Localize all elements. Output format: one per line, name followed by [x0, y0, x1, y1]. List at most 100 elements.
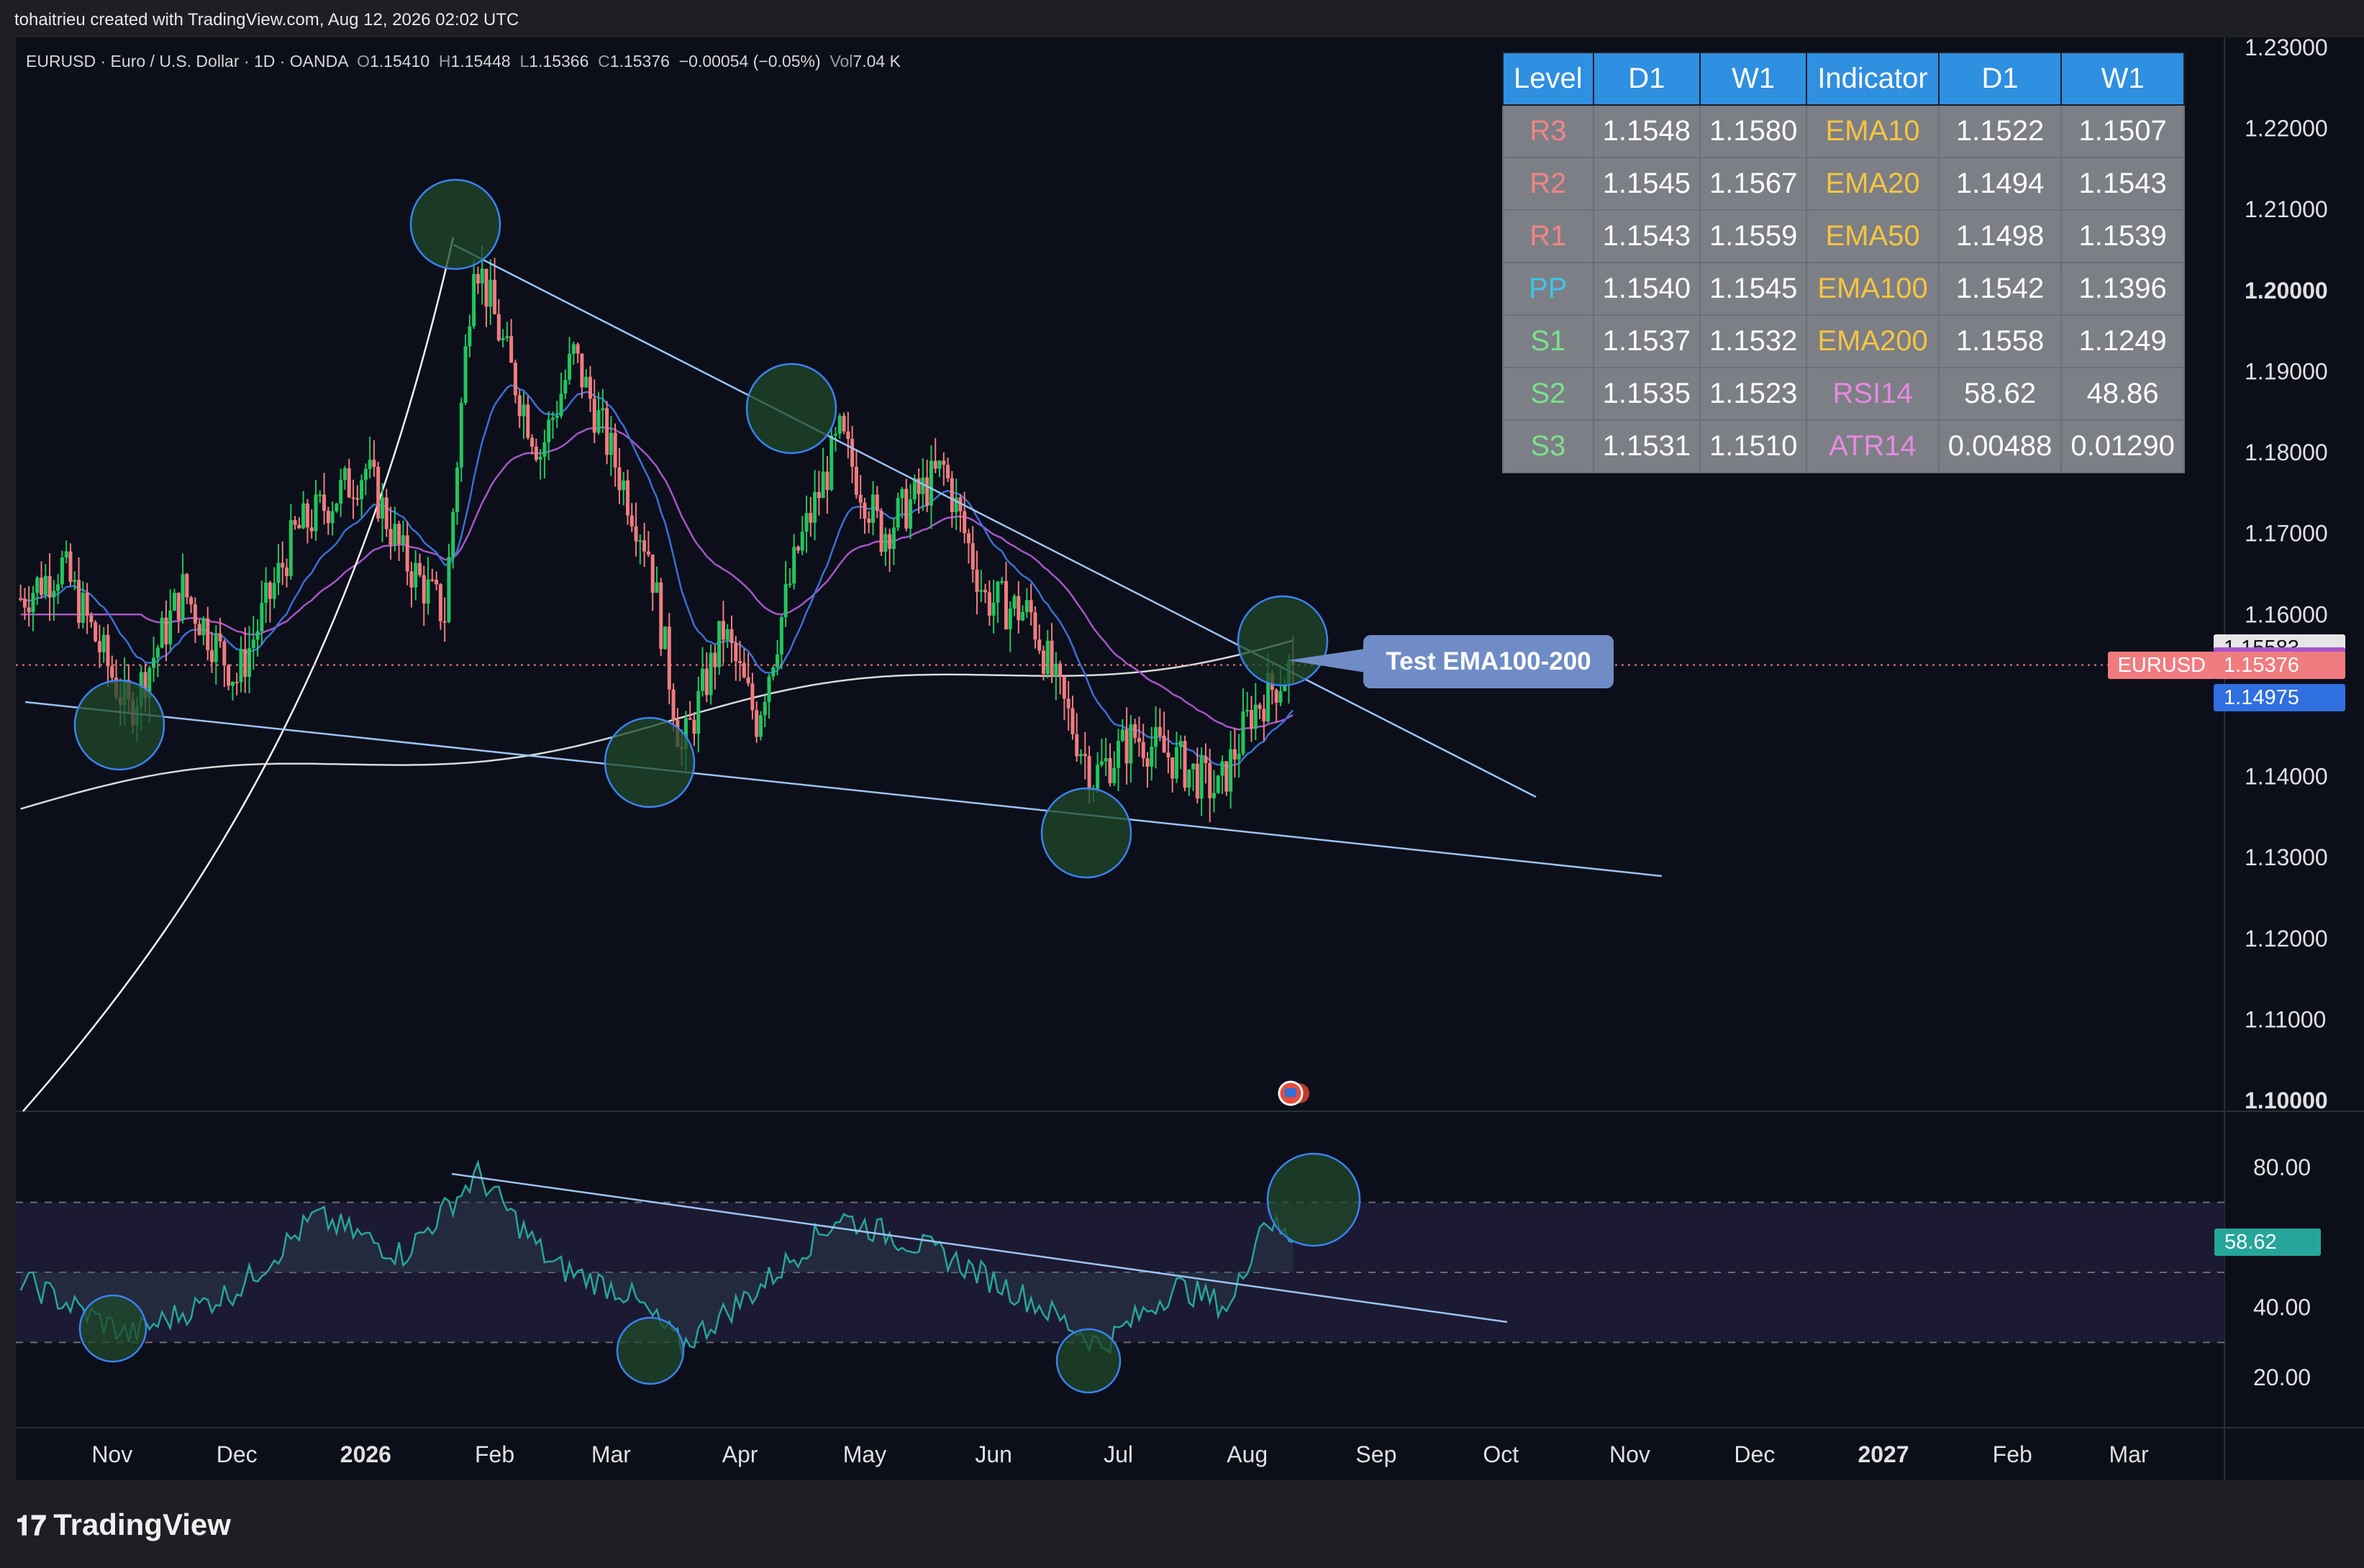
candle-body: [800, 532, 804, 551]
candle-body: [52, 591, 56, 598]
candle-body: [472, 274, 476, 327]
pivot-row: S2 1.1535 1.1523 RSI14 58.62 48.86: [1502, 367, 2185, 421]
candle-body: [1037, 639, 1042, 651]
rsi-highlight-circle: [1055, 1328, 1122, 1394]
pivot-cell: 1.1494: [1937, 157, 2063, 211]
candle-body: [1220, 761, 1224, 776]
close-value: 1.15376: [609, 52, 670, 70]
candle-body: [1050, 640, 1054, 677]
candle-body: [746, 677, 750, 684]
candle-body: [19, 598, 23, 600]
candle-body: [655, 582, 659, 593]
symbol-name[interactable]: EURUSD · Euro / U.S. Dollar · 1D · OANDA: [26, 52, 347, 70]
candle-body: [35, 578, 40, 593]
price-tick-label: 1.13000: [2245, 844, 2328, 870]
candle-body: [1150, 747, 1154, 767]
candle-body: [1133, 724, 1137, 739]
candle-body: [975, 569, 979, 592]
candle-body: [496, 314, 501, 341]
rsi-highlight-circle: [1266, 1152, 1361, 1247]
rsi-tick-label: 20.00: [2253, 1364, 2311, 1390]
candle-body: [1245, 710, 1250, 712]
candle-body: [97, 641, 101, 652]
candle-body: [883, 534, 888, 552]
pivot-cell: EMA200: [1806, 314, 1940, 368]
price-tick-label: 1.12000: [2245, 926, 2328, 952]
candle-body: [152, 657, 156, 668]
candle-body: [1141, 742, 1145, 759]
candle-body: [27, 607, 31, 613]
candle-body: [671, 689, 676, 721]
candle-body: [347, 468, 351, 498]
pivot-cell: 1.1540: [1592, 262, 1701, 316]
candle-body: [796, 547, 800, 551]
candle-body: [1258, 704, 1262, 709]
candle-body: [1017, 596, 1021, 621]
candle-body: [704, 668, 709, 696]
pivot-cell: R3: [1502, 104, 1594, 158]
candle-body: [189, 597, 194, 605]
candle-body: [1004, 580, 1008, 629]
candle-body: [950, 478, 954, 512]
candle-body: [505, 336, 509, 339]
candle-body: [1278, 691, 1283, 703]
candle-body: [626, 480, 629, 516]
candle-body: [351, 497, 355, 499]
candle-body: [513, 363, 517, 396]
candle-body: [1191, 763, 1196, 770]
candle-body: [991, 602, 996, 616]
candle-body: [442, 621, 447, 623]
candle-body: [776, 654, 780, 667]
candle-body: [64, 551, 68, 558]
candle-body: [68, 551, 73, 582]
candle-body: [871, 494, 876, 523]
pivot-cell: 1.1567: [1699, 157, 1808, 211]
candle-body: [1224, 761, 1229, 792]
tradingview-logo-icon: 𝟏𝟕: [16, 1511, 47, 1541]
candle-body: [929, 460, 933, 506]
pivot-cell: S2: [1502, 367, 1594, 421]
candle-body: [1124, 729, 1129, 764]
time-axis-label: 2026: [340, 1441, 391, 1467]
rsi-highlight-circle: [78, 1294, 147, 1363]
candle-body: [418, 562, 422, 575]
candle-body: [1154, 726, 1158, 747]
pivot-cell: S1: [1502, 314, 1594, 368]
candle-body: [330, 511, 335, 524]
pivot-header-cell: W1: [2060, 52, 2185, 106]
candle-body: [1262, 708, 1266, 721]
pivot-cell: 1.1537: [1592, 314, 1701, 368]
price-axis-bg: [2224, 37, 2364, 1480]
time-axis-label: Nov: [91, 1441, 132, 1467]
candle-body: [239, 649, 243, 683]
candle-body: [176, 593, 181, 620]
candle-body: [31, 593, 35, 613]
candle-body: [401, 535, 405, 544]
candle-body: [538, 456, 542, 460]
candle-body: [846, 431, 850, 439]
candle-body: [729, 629, 734, 644]
candle-body: [318, 494, 322, 496]
candle-body: [276, 562, 281, 583]
candle-body: [193, 604, 197, 624]
candle-body: [1070, 708, 1075, 734]
candle-body: [663, 626, 668, 649]
candle-body: [43, 575, 47, 596]
candle-body: [734, 643, 738, 662]
high-label: H: [438, 52, 451, 70]
candle-body: [405, 535, 409, 572]
time-axis-label: 2027: [1858, 1441, 1909, 1467]
candle-body: [293, 520, 297, 525]
candle-body: [422, 575, 426, 604]
tradingview-logo[interactable]: 𝟏𝟕 TradingView: [16, 1508, 231, 1542]
candle-body: [526, 404, 530, 438]
candle-body: [376, 466, 381, 519]
candle-body: [646, 551, 650, 555]
candle-body: [779, 617, 783, 655]
pivot-table: Level D1 W1 Indicator D1 W1 R3 1.1548 1.1580 EMA…: [1502, 52, 2185, 473]
candle-body: [867, 519, 871, 523]
candle-body: [755, 710, 759, 737]
candle-body: [629, 515, 634, 527]
candle-body: [750, 683, 755, 711]
annotation-callout[interactable]: Test EMA100-200: [1363, 635, 1614, 688]
